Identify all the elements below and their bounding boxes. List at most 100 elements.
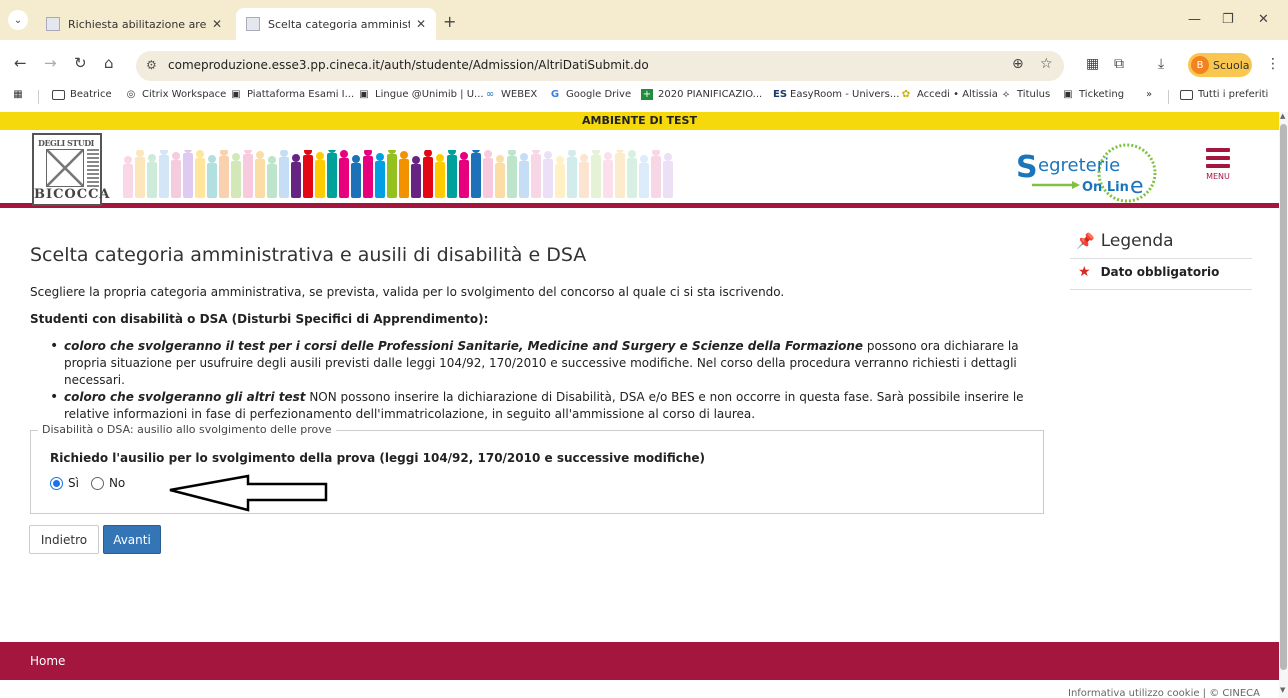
person-figure-body — [351, 163, 361, 198]
site-settings-icon[interactable]: ⚙ — [146, 58, 157, 72]
bookmark-star-icon[interactable]: ☆ — [1040, 56, 1053, 72]
person-figure-body — [483, 158, 493, 198]
bookmark-easyroom[interactable]: ES EasyRoom - Univers... — [773, 89, 899, 100]
bookmark-webex[interactable]: ∞ WEBEX — [484, 89, 537, 100]
person-figure-head — [316, 152, 324, 160]
radio-no-label[interactable]: No — [109, 476, 125, 490]
person-figure-head — [340, 150, 348, 158]
person-figure-head — [220, 150, 228, 156]
minimize-icon[interactable]: — — [1188, 12, 1201, 27]
person-figure-head — [664, 153, 672, 161]
intro-text: Scegliere la propria categoria amministr… — [30, 285, 785, 299]
person-figure-head — [556, 156, 564, 164]
svg-text:S: S — [1016, 150, 1038, 185]
window-close-icon[interactable]: ✕ — [1258, 12, 1269, 27]
bookmark-pianificazione[interactable]: +2020 PIANIFICAZIO... — [641, 89, 762, 100]
easyroom-icon: ES — [773, 89, 788, 100]
bookmark-beatrice[interactable]: Beatrice — [52, 89, 112, 100]
next-button[interactable]: Avanti — [103, 525, 161, 554]
bookmark-ticketing[interactable]: ▣ Ticketing — [1062, 89, 1124, 100]
bookmark-citrix[interactable]: ◎ Citrix Workspace — [125, 89, 227, 100]
close-icon[interactable]: ✕ — [416, 17, 426, 31]
more-menu-icon[interactable]: ⋮ — [1266, 56, 1280, 72]
person-figure-head — [172, 152, 180, 160]
maximize-icon[interactable]: ❐ — [1222, 12, 1234, 27]
home-icon[interactable]: ⌂ — [104, 54, 114, 72]
person-figure-head — [328, 150, 336, 153]
person-figure-body — [327, 153, 337, 198]
menu-button[interactable]: MENU — [1200, 148, 1236, 181]
person-figure-head — [124, 156, 132, 164]
radio-no[interactable] — [90, 476, 104, 490]
radio-si[interactable] — [50, 476, 63, 490]
download-icon[interactable]: ⤓ — [1158, 56, 1164, 72]
page-title: Scelta categoria amministrativa e ausili… — [30, 244, 587, 266]
person-figure-body — [663, 161, 673, 198]
all-bookmarks[interactable]: Tutti i preferiti — [1180, 89, 1268, 100]
tab-scelta-categoria[interactable]: Scelta categoria amministrativa ✕ — [236, 8, 436, 40]
bookmark-titulus[interactable]: ⟡ Titulus — [1000, 89, 1050, 100]
legend-item-required: ★ Dato obbligatorio — [1078, 264, 1219, 280]
reload-icon[interactable]: ↻ — [74, 54, 87, 72]
person-figure-head — [436, 154, 444, 162]
person-figure-head — [280, 150, 288, 157]
chevron-down-icon: ⌄ — [13, 14, 23, 26]
radio-group: Sì No — [50, 476, 125, 490]
extensions-icon[interactable]: ⧉ — [1114, 56, 1124, 72]
person-figure-body — [363, 156, 373, 198]
new-tab-button[interactable]: + — [443, 12, 456, 31]
person-figure-body — [207, 163, 217, 198]
radio-si-label[interactable]: Sì — [68, 476, 79, 490]
bookmark-altissia[interactable]: ✿ Accedi • Altissia — [900, 89, 998, 100]
person-figure-head — [604, 152, 612, 160]
apps-grid-icon[interactable]: ▦ — [12, 89, 29, 100]
svg-text:On Lin: On Lin — [1082, 180, 1129, 195]
cookie-info-link[interactable]: Informativa utilizzo cookie | © CINECA — [1068, 688, 1260, 698]
person-figure-body — [459, 160, 469, 198]
translate-icon[interactable]: ▦ — [1086, 56, 1099, 72]
person-figure-body — [315, 160, 325, 198]
forward-arrow-icon[interactable]: → — [44, 54, 57, 72]
person-figure-head — [400, 151, 408, 159]
bookmark-google-drive[interactable]: G Google Drive — [549, 89, 631, 100]
titulus-icon: ⟡ — [1002, 89, 1010, 100]
bookmarks-overflow[interactable]: » — [1146, 89, 1152, 100]
tab-search-button[interactable]: ⌄ — [8, 10, 28, 30]
person-figure-body — [255, 159, 265, 198]
person-figure-body — [303, 155, 313, 198]
scrollbar-thumb[interactable] — [1280, 124, 1287, 670]
avatar: B — [1191, 56, 1209, 74]
person-figure-body — [567, 157, 577, 198]
person-figure-head — [448, 150, 456, 155]
scroll-up-icon[interactable]: ▲ — [1280, 112, 1285, 120]
svg-text:e: e — [1130, 174, 1144, 199]
bookmark-piattaforma[interactable]: ▣ Piattaforma Esami I... — [230, 89, 354, 100]
logo-side-text — [87, 149, 99, 187]
person-figure-body — [375, 161, 385, 198]
tab-richiesta[interactable]: Richiesta abilitazione area test ✕ — [36, 8, 232, 40]
person-figure-head — [496, 155, 504, 163]
person-figure-body — [447, 155, 457, 198]
close-icon[interactable]: ✕ — [212, 17, 222, 31]
divider — [1168, 90, 1169, 104]
person-figure-head — [268, 156, 276, 164]
folder-icon — [52, 89, 65, 100]
profile-button[interactable]: B Scuola — [1188, 53, 1252, 77]
site-footer — [0, 642, 1279, 680]
person-figure-head — [292, 154, 300, 162]
pin-icon: 📌 — [1076, 232, 1095, 250]
folder-icon — [1180, 89, 1193, 100]
zoom-icon[interactable]: ⊕ — [1012, 56, 1024, 72]
list-item-bold: coloro che svolgeranno il test per i cor… — [64, 339, 864, 353]
scroll-down-icon[interactable]: ▼ — [1280, 686, 1285, 694]
footer-home-link[interactable]: Home — [30, 654, 65, 668]
segreterie-online-logo[interactable]: S egreterie On Lin e — [1012, 137, 1162, 207]
back-arrow-icon[interactable]: ← — [14, 54, 27, 72]
bookmark-lingue[interactable]: ▣ Lingue @Unimib | U... — [358, 89, 483, 100]
person-figure-body — [435, 162, 445, 198]
person-figure-body — [651, 156, 661, 198]
back-button[interactable]: Indietro — [29, 525, 99, 554]
university-logo[interactable]: DEGLI STUDI BICOCCA — [32, 133, 110, 206]
url-text[interactable]: comeproduzione.esse3.pp.cineca.it/auth/s… — [168, 58, 649, 72]
legend-item-label: Dato obbligatorio — [1100, 265, 1220, 279]
